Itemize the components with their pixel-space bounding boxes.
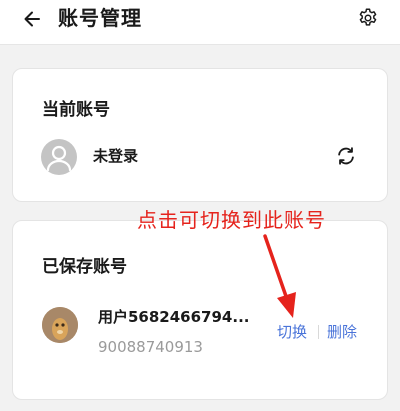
switch-account-button[interactable]: 切换 — [277, 322, 307, 342]
delete-account-button[interactable]: 删除 — [327, 322, 357, 342]
settings-button[interactable] — [356, 6, 380, 30]
saved-accounts-card: 已保存账号 用户5682466794... 90088740913 切换 删除 — [12, 220, 388, 400]
action-divider — [318, 325, 319, 339]
refresh-icon — [338, 147, 354, 165]
saved-account-username: 用户5682466794... — [98, 308, 250, 326]
login-status-text: 未登录 — [93, 147, 139, 165]
page-title: 账号管理 — [58, 6, 142, 30]
saved-accounts-title: 已保存账号 — [42, 257, 127, 277]
current-account-title: 当前账号 — [42, 100, 110, 120]
default-avatar-icon — [41, 139, 77, 175]
back-button[interactable] — [20, 7, 44, 31]
settings-gear-icon — [359, 8, 377, 26]
annotation-text: 点击可切换到此账号 — [137, 208, 326, 232]
account-management-screen: 账号管理 当前账号 未登录 已保存账号 用户5682466794... 9008… — [0, 0, 400, 411]
annotation-arrow-icon — [263, 234, 296, 318]
back-arrow-icon — [24, 11, 40, 27]
user-avatar — [42, 307, 78, 343]
current-account-card: 当前账号 未登录 — [12, 68, 388, 202]
refresh-button[interactable] — [334, 144, 358, 168]
top-bar: 账号管理 — [0, 0, 400, 45]
saved-account-id: 90088740913 — [98, 338, 203, 356]
